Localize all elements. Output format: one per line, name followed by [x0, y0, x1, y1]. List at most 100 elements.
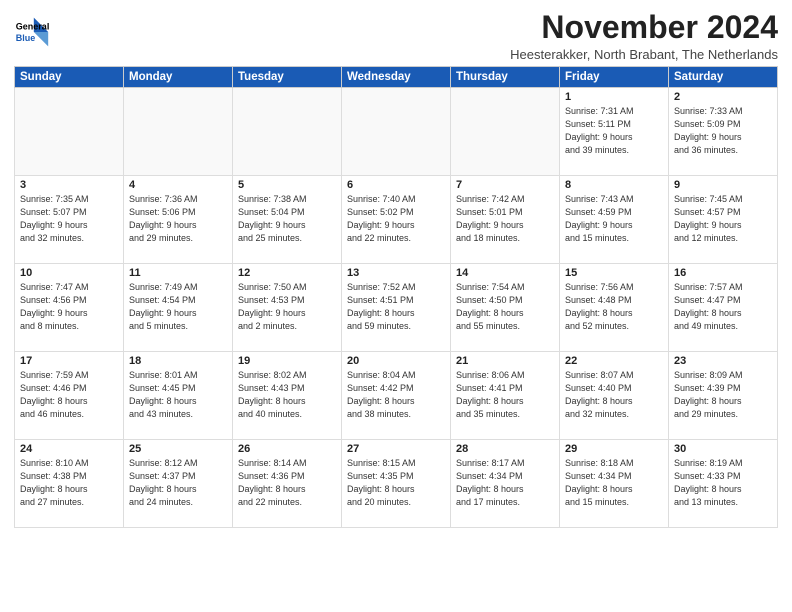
logo: General Blue [14, 14, 50, 50]
day-info: Sunrise: 8:19 AM Sunset: 4:33 PM Dayligh… [674, 457, 772, 509]
day-info: Sunrise: 7:57 AM Sunset: 4:47 PM Dayligh… [674, 281, 772, 333]
day-cell: 24 Sunrise: 8:10 AM Sunset: 4:38 PM Dayli… [15, 440, 124, 528]
day-cell [15, 88, 124, 176]
day-number: 23 [674, 355, 772, 367]
day-number: 30 [674, 443, 772, 455]
day-number: 20 [347, 355, 445, 367]
day-info: Sunrise: 7:50 AM Sunset: 4:53 PM Dayligh… [238, 281, 336, 333]
day-info: Sunrise: 7:42 AM Sunset: 5:01 PM Dayligh… [456, 193, 554, 245]
day-number: 22 [565, 355, 663, 367]
col-monday: Monday [124, 67, 233, 88]
day-number: 18 [129, 355, 227, 367]
day-number: 3 [20, 179, 118, 191]
day-cell: 10Sunrise: 7:47 AM Sunset: 4:56 PM Dayli… [15, 264, 124, 352]
week-row-4: 17Sunrise: 7:59 AM Sunset: 4:46 PM Dayli… [15, 352, 778, 440]
day-info: Sunrise: 8:06 AM Sunset: 4:41 PM Dayligh… [456, 369, 554, 421]
day-cell: 22 Sunrise: 8:07 AM Sunset: 4:40 PM Dayli… [560, 352, 669, 440]
day-cell: 20Sunrise: 8:04 AM Sunset: 4:42 PM Dayli… [342, 352, 451, 440]
day-info: Sunrise: 7:35 AM Sunset: 5:07 PM Dayligh… [20, 193, 118, 245]
day-info: Sunrise: 8:09 AM Sunset: 4:39 PM Dayligh… [674, 369, 772, 421]
day-number: 27 [347, 443, 445, 455]
day-info: Sunrise: 7:38 AM Sunset: 5:04 PM Dayligh… [238, 193, 336, 245]
day-cell: 12 Sunrise: 7:50 AM Sunset: 4:53 PM Dayli… [233, 264, 342, 352]
day-cell: 1Sunrise: 7:31 AM Sunset: 5:11 PM Daylig… [560, 88, 669, 176]
day-number: 17 [20, 355, 118, 367]
day-number: 11 [129, 267, 227, 279]
day-cell: 14Sunrise: 7:54 AM Sunset: 4:50 PM Dayli… [451, 264, 560, 352]
day-cell: 15 Sunrise: 7:56 AM Sunset: 4:48 PM Dayli… [560, 264, 669, 352]
title-block: November 2024 Heesterakker, North Braban… [510, 10, 778, 62]
day-number: 29 [565, 443, 663, 455]
col-friday: Friday [560, 67, 669, 88]
day-number: 9 [674, 179, 772, 191]
day-number: 25 [129, 443, 227, 455]
page: General Blue November 2024 Heesterakker,… [0, 0, 792, 612]
day-info: Sunrise: 8:07 AM Sunset: 4:40 PM Dayligh… [565, 369, 663, 421]
day-number: 13 [347, 267, 445, 279]
day-cell: 26Sunrise: 8:14 AM Sunset: 4:36 PM Dayli… [233, 440, 342, 528]
svg-text:Blue: Blue [16, 33, 36, 43]
header-row: Sunday Monday Tuesday Wednesday Thursday… [15, 67, 778, 88]
day-cell: 7 Sunrise: 7:42 AM Sunset: 5:01 PM Daylig… [451, 176, 560, 264]
day-info: Sunrise: 7:40 AM Sunset: 5:02 PM Dayligh… [347, 193, 445, 245]
day-info: Sunrise: 7:45 AM Sunset: 4:57 PM Dayligh… [674, 193, 772, 245]
day-info: Sunrise: 7:36 AM Sunset: 5:06 PM Dayligh… [129, 193, 227, 245]
day-number: 4 [129, 179, 227, 191]
col-saturday: Saturday [669, 67, 778, 88]
col-wednesday: Wednesday [342, 67, 451, 88]
day-cell: 28 Sunrise: 8:17 AM Sunset: 4:34 PM Dayli… [451, 440, 560, 528]
day-number: 2 [674, 91, 772, 103]
day-number: 8 [565, 179, 663, 191]
day-info: Sunrise: 8:18 AM Sunset: 4:34 PM Dayligh… [565, 457, 663, 509]
day-cell: 30 Sunrise: 8:19 AM Sunset: 4:33 PM Dayli… [669, 440, 778, 528]
day-cell: 9 Sunrise: 7:45 AM Sunset: 4:57 PM Daylig… [669, 176, 778, 264]
day-cell: 29 Sunrise: 8:18 AM Sunset: 4:34 PM Dayli… [560, 440, 669, 528]
day-cell: 6 Sunrise: 7:40 AM Sunset: 5:02 PM Daylig… [342, 176, 451, 264]
day-number: 19 [238, 355, 336, 367]
day-info: Sunrise: 8:17 AM Sunset: 4:34 PM Dayligh… [456, 457, 554, 509]
day-cell: 5 Sunrise: 7:38 AM Sunset: 5:04 PM Daylig… [233, 176, 342, 264]
day-number: 21 [456, 355, 554, 367]
day-cell: 11 Sunrise: 7:49 AM Sunset: 4:54 PM Dayli… [124, 264, 233, 352]
day-info: Sunrise: 7:49 AM Sunset: 4:54 PM Dayligh… [129, 281, 227, 333]
day-cell: 17Sunrise: 7:59 AM Sunset: 4:46 PM Dayli… [15, 352, 124, 440]
day-number: 12 [238, 267, 336, 279]
day-number: 24 [20, 443, 118, 455]
day-cell: 13 Sunrise: 7:52 AM Sunset: 4:51 PM Dayli… [342, 264, 451, 352]
day-info: Sunrise: 7:56 AM Sunset: 4:48 PM Dayligh… [565, 281, 663, 333]
week-row-2: 3 Sunrise: 7:35 AM Sunset: 5:07 PM Daylig… [15, 176, 778, 264]
day-info: Sunrise: 8:15 AM Sunset: 4:35 PM Dayligh… [347, 457, 445, 509]
day-number: 5 [238, 179, 336, 191]
day-cell: 8 Sunrise: 7:43 AM Sunset: 4:59 PM Daylig… [560, 176, 669, 264]
day-cell [342, 88, 451, 176]
day-cell: 3 Sunrise: 7:35 AM Sunset: 5:07 PM Daylig… [15, 176, 124, 264]
day-info: Sunrise: 8:10 AM Sunset: 4:38 PM Dayligh… [20, 457, 118, 509]
month-title: November 2024 [510, 10, 778, 45]
day-info: Sunrise: 7:33 AM Sunset: 5:09 PM Dayligh… [674, 105, 772, 157]
day-cell: 4 Sunrise: 7:36 AM Sunset: 5:06 PM Daylig… [124, 176, 233, 264]
day-cell: 16 Sunrise: 7:57 AM Sunset: 4:47 PM Dayli… [669, 264, 778, 352]
day-number: 14 [456, 267, 554, 279]
subtitle: Heesterakker, North Brabant, The Netherl… [510, 47, 778, 62]
day-number: 7 [456, 179, 554, 191]
day-number: 15 [565, 267, 663, 279]
day-cell: 19Sunrise: 8:02 AM Sunset: 4:43 PM Dayli… [233, 352, 342, 440]
week-row-1: 1Sunrise: 7:31 AM Sunset: 5:11 PM Daylig… [15, 88, 778, 176]
logo-icon: General Blue [14, 14, 50, 50]
day-info: Sunrise: 7:31 AM Sunset: 5:11 PM Dayligh… [565, 105, 663, 157]
day-info: Sunrise: 8:01 AM Sunset: 4:45 PM Dayligh… [129, 369, 227, 421]
day-number: 28 [456, 443, 554, 455]
day-info: Sunrise: 7:52 AM Sunset: 4:51 PM Dayligh… [347, 281, 445, 333]
col-tuesday: Tuesday [233, 67, 342, 88]
header: General Blue November 2024 Heesterakker,… [14, 10, 778, 62]
day-info: Sunrise: 7:43 AM Sunset: 4:59 PM Dayligh… [565, 193, 663, 245]
svg-text:General: General [16, 21, 50, 31]
day-number: 6 [347, 179, 445, 191]
day-cell [451, 88, 560, 176]
calendar-table: Sunday Monday Tuesday Wednesday Thursday… [14, 66, 778, 528]
day-number: 16 [674, 267, 772, 279]
day-cell: 18 Sunrise: 8:01 AM Sunset: 4:45 PM Dayli… [124, 352, 233, 440]
day-cell: 21 Sunrise: 8:06 AM Sunset: 4:41 PM Dayli… [451, 352, 560, 440]
day-info: Sunrise: 8:14 AM Sunset: 4:36 PM Dayligh… [238, 457, 336, 509]
day-number: 10 [20, 267, 118, 279]
